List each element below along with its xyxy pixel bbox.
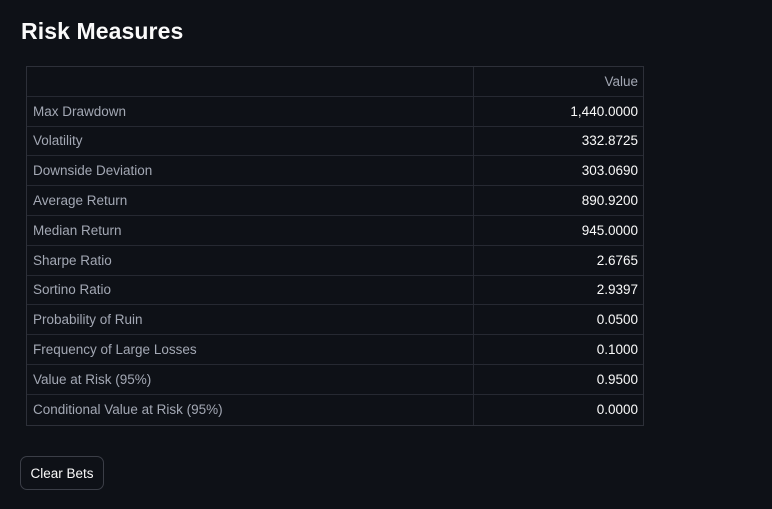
table-row: Probability of Ruin 0.0500	[27, 305, 643, 336]
row-label[interactable]: Average Return	[27, 186, 474, 215]
table-row: Conditional Value at Risk (95%) 0.0000	[27, 394, 643, 425]
row-label[interactable]: Sharpe Ratio	[27, 245, 474, 275]
row-value[interactable]: 303.0690	[474, 156, 643, 185]
table-row: Value at Risk (95%) 0.9500	[27, 364, 643, 395]
header-value-cell[interactable]: Value	[474, 67, 643, 96]
page: Risk Measures Value Max Drawdown 1,440.0…	[0, 0, 772, 509]
row-label[interactable]: Max Drawdown	[27, 96, 474, 126]
row-label[interactable]: Probability of Ruin	[27, 305, 474, 335]
row-label[interactable]: Frequency of Large Losses	[27, 335, 474, 364]
row-value[interactable]: 2.6765	[474, 246, 643, 275]
row-value[interactable]: 0.0500	[474, 305, 643, 334]
row-label[interactable]: Sortino Ratio	[27, 275, 474, 305]
table-row: Max Drawdown 1,440.0000	[27, 96, 643, 127]
row-value[interactable]: 332.8725	[474, 127, 643, 156]
header-index-cell[interactable]	[27, 67, 474, 96]
row-value[interactable]: 945.0000	[474, 216, 643, 245]
row-label[interactable]: Volatility	[27, 126, 474, 156]
row-value[interactable]: 2.9397	[474, 276, 643, 305]
table-row: Downside Deviation 303.0690	[27, 156, 643, 187]
row-value[interactable]: 1,440.0000	[474, 97, 643, 126]
row-label[interactable]: Conditional Value at Risk (95%)	[27, 394, 474, 425]
row-value[interactable]: 0.0000	[474, 395, 643, 425]
table-row: Median Return 945.0000	[27, 215, 643, 246]
risk-measures-table: Value Max Drawdown 1,440.0000 Volatility…	[26, 66, 644, 426]
row-label[interactable]: Value at Risk (95%)	[27, 364, 474, 394]
row-value[interactable]: 890.9200	[474, 186, 643, 215]
table-row: Average Return 890.9200	[27, 186, 643, 216]
page-title: Risk Measures	[21, 18, 184, 44]
row-value[interactable]: 0.9500	[474, 365, 643, 394]
row-label[interactable]: Downside Deviation	[27, 156, 474, 186]
table-row: Frequency of Large Losses 0.1000	[27, 335, 643, 365]
row-label[interactable]: Median Return	[27, 215, 474, 245]
clear-bets-button[interactable]: Clear Bets	[20, 456, 104, 490]
table-row: Sortino Ratio 2.9397	[27, 275, 643, 306]
table-row: Sharpe Ratio 2.6765	[27, 245, 643, 276]
table-row: Volatility 332.8725	[27, 126, 643, 157]
row-value[interactable]: 0.1000	[474, 335, 643, 364]
table-header-row: Value	[27, 67, 643, 97]
